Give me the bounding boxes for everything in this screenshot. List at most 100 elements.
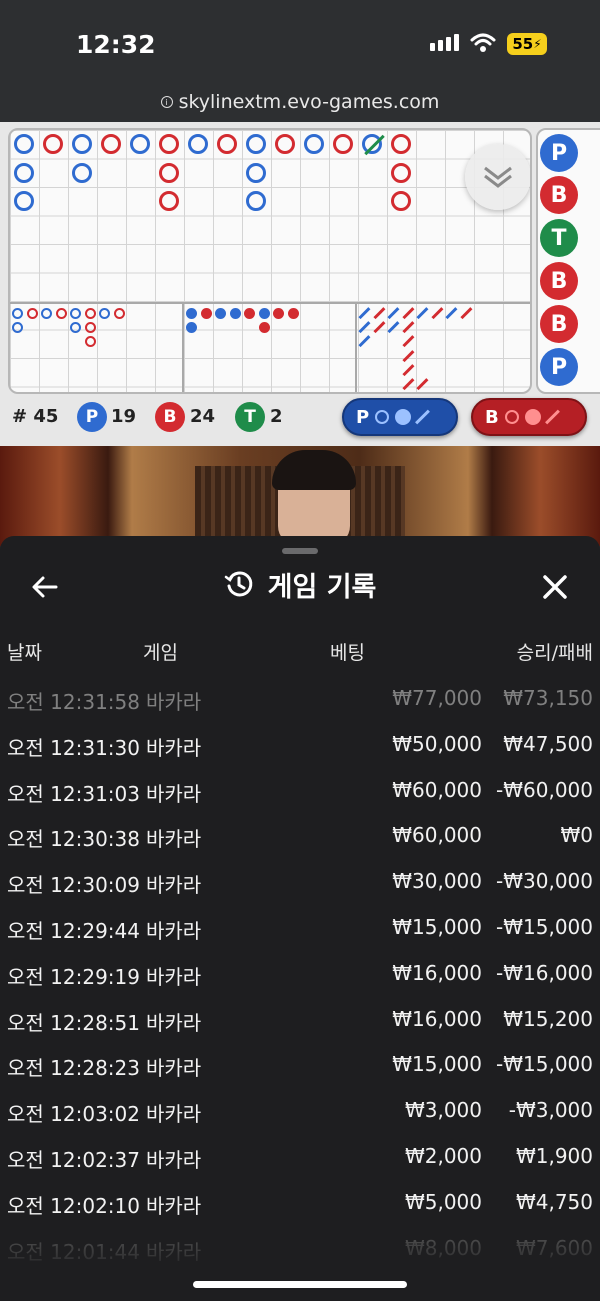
row-result: -₩16,000 [496,960,593,985]
status-bar: 12:32 55 ⚡ [0,0,600,82]
big-eye-banker-mark [84,336,96,348]
row-result: -₩15,000 [496,1052,593,1077]
player-badge: P [77,402,107,432]
column-header-result: 승리/패배 [516,642,593,664]
small-road-player-mark [215,308,226,319]
cockroach-banker-mark [401,321,414,334]
row-bet: ₩16,000 [392,960,482,985]
history-row[interactable]: 오전 12:31:30 바카라 ₩50,000 ₩47,500 [0,722,600,767]
cockroach-banker-mark [430,307,443,319]
battery-indicator: 55 ⚡ [507,33,547,55]
row-result: ₩15,200 [503,1006,593,1031]
banker-predict-button[interactable]: B [471,398,587,436]
small-road-player-mark [258,308,270,319]
row-date: 오전 12:31:30 [7,735,140,760]
row-game: 바카라 [146,964,202,989]
history-row[interactable]: 오전 12:30:38 바카라 ₩60,000 ₩0 [0,813,600,858]
row-bet: ₩60,000 [392,777,482,802]
cockroach-player-mark [387,321,400,334]
big-road-banker-mark [391,162,411,183]
history-row[interactable]: 오전 12:29:44 바카라 ₩15,000 -₩15,000 [0,905,600,950]
history-row[interactable]: 오전 12:29:19 바카라 ₩16,000 -₩16,000 [0,951,600,996]
big-eye-player-mark [41,308,52,319]
row-game: 바카라 [146,827,202,852]
url-text: skylinextm.evo-games.com [178,91,440,113]
row-game: 바카라 [146,919,202,943]
big-road-banker-mark [43,134,63,154]
history-row[interactable]: 오전 12:28:51 바카라 ₩16,000 ₩15,200 [0,997,600,1042]
history-row[interactable]: 오전 12:30:09 바카라 ₩30,000 -₩30,000 [0,859,600,904]
row-result: -₩15,000 [496,915,593,939]
column-header-game: 게임 [143,642,178,664]
cockroach-banker-mark [401,335,414,348]
collapse-button[interactable] [465,144,530,210]
row-game: 바카라 [146,1010,202,1035]
sheet-header: 게임 기록 [0,564,600,604]
big-road-player-mark [188,134,208,154]
small-road-banker-mark [273,308,284,319]
cockroach-banker-mark [416,378,429,390]
bead-player: P [540,134,578,172]
small-road-player-mark [186,308,197,319]
history-row[interactable]: 오전 12:02:10 바카라 ₩5,000 ₩4,750 [0,1180,600,1225]
row-game: 바카라 [146,1102,202,1127]
row-result: -₩3,000 [508,1098,593,1123]
bead-banker: B [540,262,578,300]
bead-tie: T [540,219,578,257]
row-result: ₩47,500 [503,731,593,756]
big-road-player-mark [14,162,34,183]
row-game: 바카라 [146,781,202,806]
cockroach-player-mark [445,307,458,319]
banker-count: 24 [190,406,216,427]
row-date: 오전 12:30:09 [7,873,140,898]
small-road-player-mark [186,322,197,334]
big-eye-banker-mark [84,308,96,319]
big-eye-banker-mark [84,322,96,334]
home-indicator [193,1281,407,1288]
big-eye-player-mark [12,322,23,334]
row-game: 바카라 [146,735,202,760]
slash-icon [544,409,560,425]
big-road-player-mark [14,191,34,211]
cockroach-banker-mark [459,307,472,319]
banker-predict-label: B [485,406,499,428]
player-predict-button[interactable]: P [342,398,458,436]
sheet-grabber[interactable] [282,548,318,554]
bead-road: P B T B B P [536,128,600,394]
history-row[interactable]: 오전 12:02:37 바카라 ₩2,000 ₩1,900 [0,1134,600,1179]
row-date: 오전 12:28:23 [7,1056,140,1081]
row-result: ₩0 [560,823,594,848]
round-count: # 45 [12,406,59,427]
row-bet: ₩5,000 [404,1189,482,1214]
row-bet: ₩30,000 [392,869,482,894]
wifi-icon [470,33,496,52]
address-bar[interactable]: i skylinextm.evo-games.com [0,82,600,122]
big-road-player-mark [246,134,266,154]
row-bet: ₩2,000 [404,1144,482,1168]
small-road-player-mark [229,308,241,319]
cockroach-banker-mark [401,363,414,376]
big-eye-player-mark [70,322,81,334]
history-row[interactable]: 오전 12:31:03 바카라 ₩60,000 -₩60,000 [0,768,600,813]
big-road-board [8,128,532,394]
history-row[interactable]: 오전 12:31:58 바카라 ₩77,000 ₩73,150 [0,676,600,721]
big-eye-banker-mark [113,308,125,319]
row-bet: ₩50,000 [392,731,482,756]
row-result: ₩73,150 [503,686,593,710]
history-row[interactable]: 오전 12:28:23 바카라 ₩15,000 -₩15,000 [0,1042,600,1087]
big-eye-player-mark [70,308,81,319]
roadmap-panel: P B T B B P # 45 P 19 B 24 T 2 P B [0,122,600,446]
cockroach-banker-mark [401,349,414,362]
row-date: 오전 12:02:37 [7,1148,140,1172]
cockroach-banker-mark [372,321,385,334]
tie-count: 2 [270,406,283,427]
bead-player: P [540,348,578,386]
cockroach-player-mark [358,307,371,319]
close-icon[interactable] [540,572,570,602]
history-row[interactable]: 오전 12:03:02 바카라 ₩3,000 -₩3,000 [0,1088,600,1133]
cockroach-banker-mark [372,307,385,319]
game-history-sheet: 게임 기록 날짜 게임 베팅 승리/패배 오전 12:31:58 바카라 ₩77,0… [0,536,600,1301]
row-result: ₩4,750 [515,1189,593,1214]
score-summary: # 45 P 19 B 24 T 2 P B [0,394,600,444]
big-road-banker-mark [101,134,121,154]
